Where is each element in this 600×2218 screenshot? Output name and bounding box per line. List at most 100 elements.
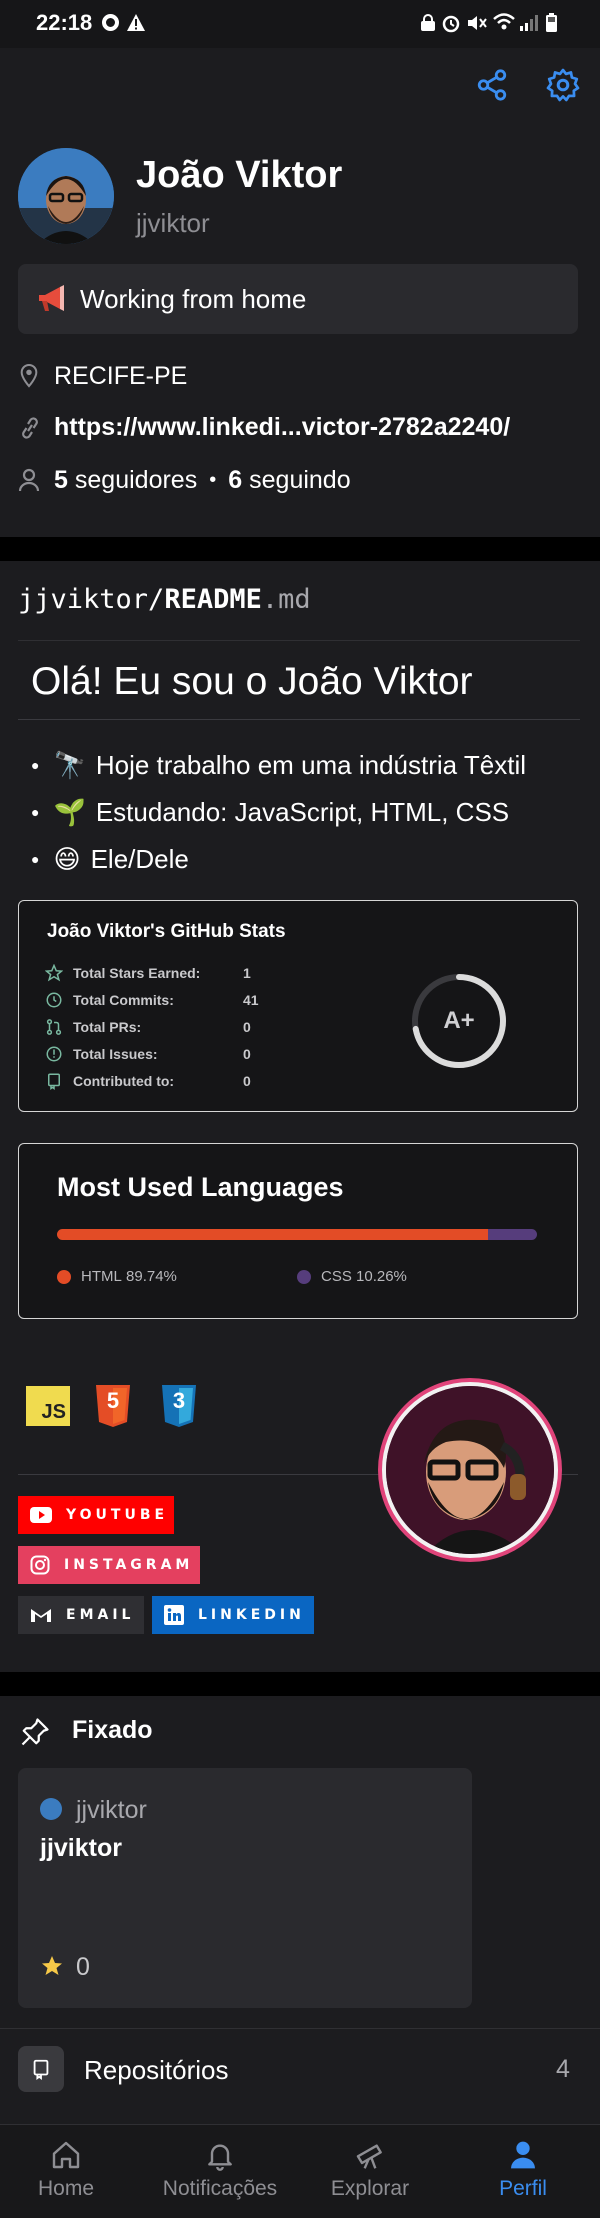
stats-value: 0 (243, 1045, 251, 1062)
status-time: 22:18 (36, 10, 93, 35)
language-legend-css: CSS 10.26% (297, 1268, 407, 1285)
languages-card[interactable]: Most Used Languages HTML 89.74% CSS 10.2… (18, 1143, 578, 1319)
user-status-box[interactable]: Working from home (18, 264, 578, 334)
language-legend-html: HTML 89.74% (57, 1268, 177, 1285)
sync-status-icon (102, 14, 119, 31)
github-stats-card[interactable]: João Viktor's GitHub Stats Total Stars E… (18, 900, 578, 1112)
html5-icon-label: 5 (106, 1388, 120, 1413)
nav-label: Perfil (499, 2177, 547, 2200)
bullet-text: Ele/Dele (90, 844, 189, 874)
stats-label: Total Commits: (73, 991, 174, 1008)
stats-label: Contributed to: (73, 1072, 175, 1089)
legend-name: HTML (81, 1268, 122, 1285)
css3-icon-label: 3 (172, 1388, 186, 1413)
followers-count: 5 (54, 466, 68, 494)
languages-bar (57, 1229, 537, 1240)
legend-dot (297, 1269, 311, 1284)
profile-username: jjviktor (136, 208, 210, 238)
bullet-text: Estudando: JavaScript, HTML, CSS (95, 797, 510, 827)
issue-icon (46, 1046, 62, 1061)
repo-icon (48, 1073, 60, 1090)
nav-tab-notifications[interactable]: Notificações (150, 2139, 290, 2201)
star-icon (42, 1956, 62, 1975)
separator-dot: • (209, 469, 217, 491)
instagram-icon (30, 1555, 50, 1575)
stats-label: Total Issues: (73, 1045, 158, 1062)
profile-name: João Viktor (136, 154, 343, 196)
nav-tab-explore[interactable]: Explorar (318, 2139, 422, 2201)
readme-cartoon-avatar (382, 1382, 558, 1558)
readme-heading: Olá! Eu sou o João Viktor (31, 660, 473, 703)
location-icon (20, 363, 38, 388)
pinned-repo-name: jjviktor (40, 1834, 122, 1862)
stats-value: 0 (243, 1072, 251, 1089)
legend-percent: 10.26% (356, 1268, 407, 1285)
grade-label: A+ (443, 1007, 475, 1034)
repo-icon-box (18, 2046, 64, 2092)
pinned-owner: jjviktor (76, 1796, 147, 1824)
pinned-heading: Fixado (72, 1716, 153, 1744)
warning-status-icon (127, 14, 145, 31)
alarm-status-icon (442, 15, 460, 33)
bullet-text: Hoje trabalho em uma indústria Têxtil (95, 750, 527, 780)
signal-status-icon (520, 15, 538, 31)
bottom-navigation: Home Notificações Explorar Perfil (0, 2124, 600, 2218)
nav-tab-home[interactable]: Home (20, 2139, 112, 2201)
stats-label: Total PRs: (73, 1018, 142, 1035)
history-icon (46, 992, 62, 1007)
nav-label: Explorar (330, 2177, 410, 2200)
profile-link[interactable]: https://www.linkedi...victor-2782a2240/ (54, 413, 510, 442)
owner-avatar (40, 1798, 62, 1820)
followers-row[interactable]: 5 seguidores • 6 seguindo (54, 466, 351, 495)
person-icon (511, 2141, 535, 2169)
status-bar: 22:18 (0, 0, 600, 48)
location-text: RECIFE-PE (54, 362, 188, 390)
youtube-badge[interactable]: YOUTUBE (18, 1496, 174, 1534)
badge-label: LINKEDIN (198, 1607, 305, 1623)
linkedin-badge[interactable]: LINKEDIN (152, 1596, 314, 1634)
repo-icon (33, 2059, 49, 2080)
section-divider (0, 537, 600, 561)
stats-row: Contributed to: 0 (45, 1067, 259, 1094)
linkedin-icon (164, 1605, 184, 1625)
readme-path[interactable]: jjviktor/README.md (18, 584, 311, 615)
mute-status-icon (468, 16, 487, 30)
stats-title: João Viktor's GitHub Stats (47, 921, 286, 942)
profile-avatar (18, 148, 114, 244)
lock-status-icon (421, 14, 435, 31)
email-badge[interactable]: EMAIL (18, 1596, 144, 1634)
share-icon[interactable] (475, 68, 509, 102)
badge-label: YOUTUBE (66, 1507, 169, 1523)
repositories-row[interactable]: Repositórios 4 (0, 2030, 600, 2112)
pinned-stars: 0 (76, 1953, 90, 1981)
megaphone-icon (39, 285, 64, 311)
nav-label: Notificações (162, 2177, 278, 2200)
javascript-icon: JS (26, 1386, 70, 1426)
divider (18, 640, 580, 641)
language-bar-segment-html (57, 1229, 488, 1240)
readme-path-user: jjviktor/ (18, 584, 165, 615)
youtube-icon (30, 1507, 52, 1523)
divider (0, 2028, 600, 2029)
settings-gear-icon[interactable] (545, 67, 581, 103)
languages-title: Most Used Languages (57, 1172, 344, 1202)
pinned-repo-card[interactable]: jjviktor jjviktor 0 (18, 1768, 472, 2008)
repositories-count: 4 (556, 2055, 570, 2083)
gmail-icon (31, 1609, 51, 1622)
telescope-emoji-icon: 🔭 (53, 750, 86, 780)
divider (18, 719, 580, 720)
instagram-badge[interactable]: INSTAGRAM (18, 1546, 200, 1584)
stats-row: Total Stars Earned: 1 (45, 959, 259, 986)
battery-status-icon (546, 13, 557, 32)
nav-tab-profile[interactable]: Perfil (478, 2139, 568, 2201)
readme-path-file: README (164, 584, 262, 615)
home-icon (52, 2141, 80, 2169)
language-bar-segment-css (487, 1229, 537, 1240)
pull-request-icon (46, 1018, 62, 1035)
section-divider (0, 1672, 600, 1696)
person-icon (18, 468, 40, 492)
stats-row: Total Issues: 0 (45, 1040, 259, 1067)
link-icon (22, 417, 38, 439)
list-item: ● 😄 Ele/Dele (31, 836, 526, 883)
pin-icon (21, 1718, 49, 1746)
